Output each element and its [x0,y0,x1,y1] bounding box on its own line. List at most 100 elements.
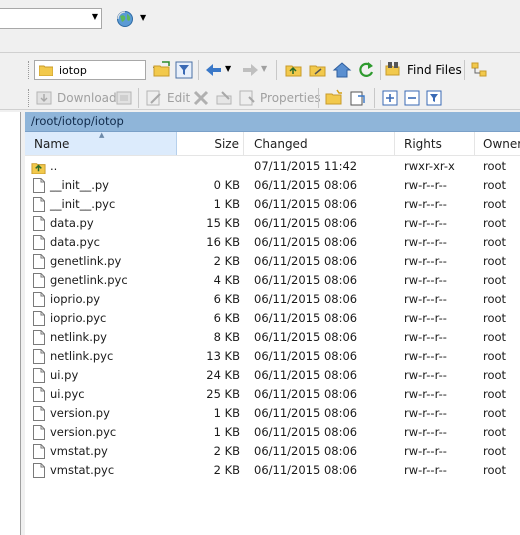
file-row[interactable]: version.py 1 KB 06/11/2015 08:06 rw-r--r-- r… [25,404,520,423]
download-icon[interactable] [34,88,54,108]
file-row[interactable]: ioprio.pyc 6 KB 06/11/2015 08:06 rw-r--r-- r… [25,309,520,328]
file-changed: 07/11/2015 11:42 [254,159,358,173]
file-row[interactable]: netlink.pyc 13 KB 06/11/2015 08:06 rw-r--r-… [25,347,520,366]
properties-button[interactable]: Properties [260,91,321,105]
file-row[interactable]: vmstat.pyc 2 KB 06/11/2015 08:06 rw-r--r-- r… [25,461,520,480]
column-rights-header[interactable]: Rights [395,132,475,155]
open-folder-icon[interactable] [152,60,172,80]
column-name-header[interactable]: ▲ Name [25,132,177,155]
file-icon [33,254,45,269]
parent-directory-row[interactable]: .. 07/11/2015 11:42 rwxr-xr-x root [25,157,520,176]
tree-view-icon[interactable] [470,60,490,80]
file-rights: rw-r--r-- [404,216,447,230]
file-changed: 06/11/2015 08:06 [254,368,358,382]
file-row[interactable]: version.pyc 1 KB 06/11/2015 08:06 rw-r--r--… [25,423,520,442]
chevron-down-icon[interactable]: ▼ [261,64,267,73]
file-row[interactable]: __init__.py 0 KB 06/11/2015 08:06 rw-r--r--… [25,176,520,195]
toolbar-grip[interactable] [28,89,32,107]
chevron-down-icon[interactable]: ▼ [225,64,231,73]
edit-icon[interactable] [144,88,164,108]
file-owner: root [483,425,507,439]
column-size-header[interactable]: Size [177,132,244,155]
delete-icon[interactable] [191,88,211,108]
file-row[interactable]: genetlink.pyc 4 KB 06/11/2015 08:06 rw-r--r… [25,271,520,290]
file-rights: rw-r--r-- [404,425,447,439]
file-name: netlink.py [50,330,107,344]
column-changed-header[interactable]: Changed [244,132,395,155]
home-icon[interactable] [332,60,352,80]
download-button[interactable]: Download [57,91,117,105]
new-file-icon[interactable] [348,88,368,108]
file-owner: root [483,463,507,477]
file-row[interactable]: data.py 15 KB 06/11/2015 08:06 rw-r--r-- roo… [25,214,520,233]
file-name: genetlink.py [50,254,122,268]
chevron-down-icon[interactable]: ▼ [140,13,146,22]
file-rights: rw-r--r-- [404,311,447,325]
unselect-icon[interactable] [402,88,422,108]
file-icon [33,235,45,250]
file-changed: 06/11/2015 08:06 [254,387,358,401]
root-directory-icon[interactable] [308,60,328,80]
file-icon [33,463,45,478]
filter-selection-icon[interactable] [424,88,444,108]
file-icon [33,406,45,421]
edit-button[interactable]: Edit [167,91,190,105]
toolbar-separator [276,60,277,80]
directory-dropdown[interactable]: iotop ▼ [34,60,159,80]
toolbar-separator [374,88,375,108]
session-dropdown[interactable]: ▼ [0,8,102,29]
file-rights: rw-r--r-- [404,254,447,268]
file-row[interactable]: vmstat.py 2 KB 06/11/2015 08:06 rw-r--r-- ro… [25,442,520,461]
new-folder-icon[interactable] [324,88,344,108]
download-options-icon[interactable] [114,88,134,108]
file-icon [33,349,45,364]
folder-icon [39,65,53,76]
globe-sync-icon[interactable] [116,10,134,28]
file-owner: root [483,444,507,458]
parent-directory-icon[interactable] [284,60,304,80]
find-files-label[interactable]: Find Files [407,63,462,77]
toolbar-separator [318,88,319,108]
file-row[interactable]: netlink.py 8 KB 06/11/2015 08:06 rw-r--r-- r… [25,328,520,347]
file-row[interactable]: genetlink.py 2 KB 06/11/2015 08:06 rw-r--r-… [25,252,520,271]
file-row[interactable]: ui.pyc 25 KB 06/11/2015 08:06 rw-r--r-- root [25,385,520,404]
top-toolbar: ▼ ▼ [0,0,520,52]
refresh-icon[interactable] [356,60,376,80]
file-row[interactable]: ioprio.py 6 KB 06/11/2015 08:06 rw-r--r-- ro… [25,290,520,309]
file-row[interactable]: ui.py 24 KB 06/11/2015 08:06 rw-r--r-- root [25,366,520,385]
remote-file-list[interactable]: ▲ Name Size Changed Rights Owner .. 07/11… [25,132,520,535]
toolbar-separator [380,60,381,80]
column-owner-header[interactable]: Owner [475,132,520,155]
file-name: version.py [50,406,110,420]
select-all-icon[interactable] [380,88,400,108]
file-size: 8 KB [213,330,240,344]
file-owner: root [483,273,507,287]
sort-ascending-icon: ▲ [99,132,105,139]
properties-icon[interactable] [237,88,257,108]
file-name: ui.pyc [50,387,85,401]
file-row[interactable]: __init__.pyc 1 KB 06/11/2015 08:06 rw-r--r-… [25,195,520,214]
file-name: netlink.pyc [50,349,114,363]
find-files-icon[interactable] [384,60,404,80]
file-rights: rw-r--r-- [404,444,447,458]
file-row[interactable]: data.pyc 16 KB 06/11/2015 08:06 rw-r--r-- ro… [25,233,520,252]
file-icon [33,387,45,402]
file-icon [33,368,45,383]
filter-icon[interactable] [174,60,194,80]
file-owner: root [483,235,507,249]
forward-arrow-icon[interactable] [240,60,260,80]
file-changed: 06/11/2015 08:06 [254,444,358,458]
file-changed: 06/11/2015 08:06 [254,292,358,306]
path-bar: /root/iotop/iotop [25,112,520,132]
file-owner: root [483,349,507,363]
file-owner: root [483,197,507,211]
toolbar-grip[interactable] [28,61,32,79]
file-changed: 06/11/2015 08:06 [254,406,358,420]
file-name: data.py [50,216,94,230]
file-size: 1 KB [213,197,240,211]
back-arrow-icon[interactable] [204,60,224,80]
file-icon [33,216,45,231]
file-owner: root [483,406,507,420]
file-size: 2 KB [213,463,240,477]
rename-icon[interactable] [214,88,234,108]
